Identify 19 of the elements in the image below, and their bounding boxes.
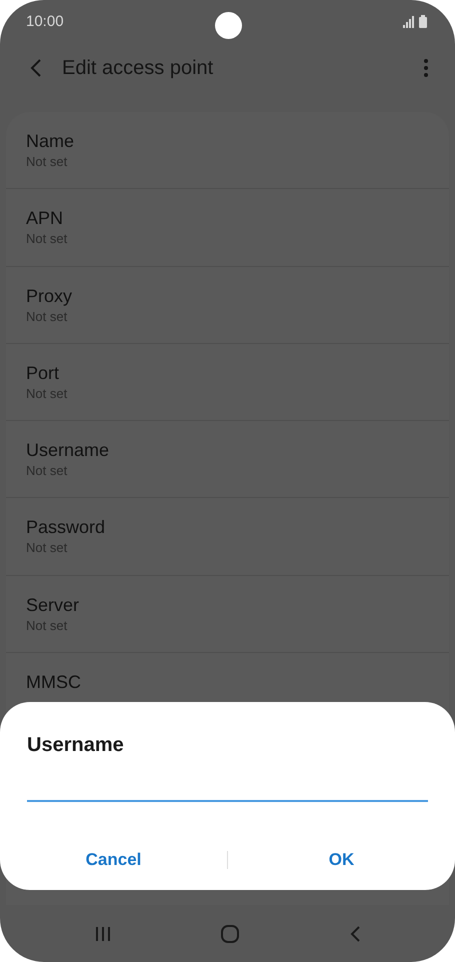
recent-apps-icon[interactable] [94, 924, 112, 942]
back-icon[interactable] [29, 58, 43, 78]
row-label: Proxy [26, 284, 74, 308]
row-label: APN [26, 207, 64, 230]
row-label: Name [26, 130, 76, 153]
dialog-title: Username [27, 733, 125, 758]
dialog-button[interactable]: Cancel [0, 842, 227, 878]
signal-battery-icon [401, 15, 429, 29]
home-icon[interactable] [220, 924, 240, 944]
status-time: 10:00 [26, 12, 64, 32]
back-icon[interactable] [348, 924, 361, 942]
row-label: Password [26, 516, 106, 540]
row-label: Username [26, 439, 110, 462]
row-label: Server [26, 594, 80, 617]
dialog-button[interactable]: OK [228, 842, 455, 878]
row-label: Port [26, 362, 60, 385]
page-title: Edit access point [62, 56, 214, 81]
row-label: MMSC [26, 671, 82, 694]
camera-cutout-icon [215, 12, 242, 39]
